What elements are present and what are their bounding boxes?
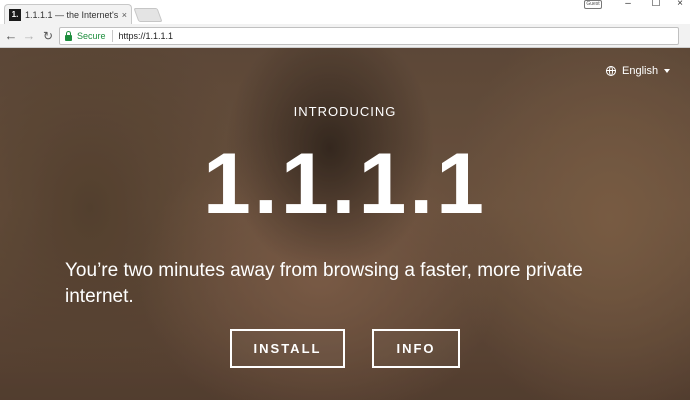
browser-titlebar: 1. 1.1.1.1 — the Internet's F × Guest – … [0, 0, 690, 24]
new-tab-button[interactable] [133, 8, 163, 22]
maximize-button[interactable]: ☐ [646, 0, 666, 12]
chevron-down-icon [664, 69, 671, 73]
intro-label: INTRODUCING [293, 104, 397, 119]
back-button[interactable]: ← [3, 28, 19, 44]
tab-title: 1.1.1.1 — the Internet's F [25, 9, 119, 20]
language-label: English [622, 65, 659, 77]
close-window-button[interactable]: × [670, 0, 690, 12]
minimize-button[interactable]: – [618, 0, 638, 12]
forward-button[interactable]: → [21, 28, 37, 44]
address-divider [111, 30, 113, 42]
tagline: You’re two minutes away from browsing a … [65, 260, 583, 307]
tab-close-icon[interactable]: × [122, 10, 127, 20]
language-selector[interactable]: English [606, 65, 671, 77]
page-title: 1.1.1.1 [203, 136, 487, 232]
browser-toolbar: ← → ↻ Secure https://1.1.1.1 [0, 24, 690, 48]
profile-badge[interactable]: Guest [584, 0, 602, 9]
favicon-icon: 1. [9, 8, 21, 21]
reload-button[interactable]: ↻ [40, 28, 56, 44]
info-button[interactable]: INFO [372, 329, 460, 368]
browser-tab[interactable]: 1. 1.1.1.1 — the Internet's F × [4, 4, 132, 24]
hero-section: English INTRODUCING 1.1.1.1 You’re two m… [0, 48, 690, 400]
globe-icon [606, 66, 616, 76]
lock-icon [65, 30, 72, 41]
install-button[interactable]: INSTALL [230, 329, 345, 368]
url-text[interactable]: https://1.1.1.1 [119, 31, 174, 41]
secure-label[interactable]: Secure [77, 31, 106, 41]
address-bar[interactable]: Secure https://1.1.1.1 [59, 27, 679, 45]
